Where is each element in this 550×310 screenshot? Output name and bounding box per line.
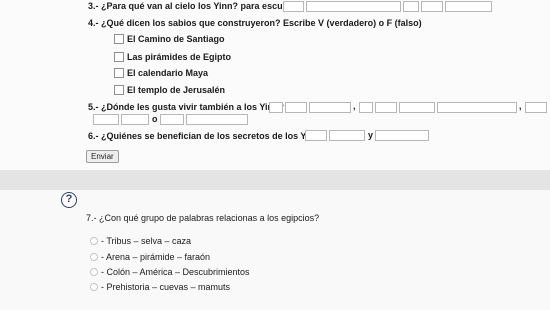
answer-input-q5-10[interactable] [121,114,149,125]
truefalse-input-item-4[interactable] [114,85,124,95]
answer-input-q3-3[interactable] [403,1,419,12]
option-label: - Tribus – selva – caza [101,236,192,246]
item-label: Las pirámides de Egipto [127,52,232,62]
submit-button[interactable]: Enviar [86,150,119,163]
answer-input-q5-9[interactable] [93,114,119,125]
truefalse-input-item-1[interactable] [114,34,124,44]
radio-option-4[interactable] [90,283,98,291]
answer-input-q5-1[interactable] [269,102,283,113]
question-icon: ? [61,192,77,208]
question-5-text: 5.- ¿Dónde les gusta vivir también a los… [88,102,285,112]
answer-input-q6-3[interactable] [375,130,429,141]
answer-input-q5-11[interactable] [160,114,184,125]
item-label: El calendario Maya [127,68,209,78]
or-separator: o [152,114,158,124]
answer-input-q5-4[interactable] [359,102,373,113]
answer-input-q5-6[interactable] [399,102,435,113]
section-divider [0,170,550,190]
question-6-text: 6.- ¿Quiénes se benefician de los secret… [88,131,326,141]
answer-input-q5-7[interactable] [437,102,517,113]
question-block-2: ? 7.- ¿Con qué grupo de palabras relacio… [0,190,550,310]
answer-input-q6-1[interactable] [305,130,327,141]
item-label: El Camino de Santiago [127,34,225,44]
answer-input-q3-1[interactable] [283,1,304,12]
radio-option-3[interactable] [90,268,98,276]
question-7-text: 7.- ¿Con qué grupo de palabras relaciona… [86,213,320,223]
question-4-text: 4.- ¿Qué dicen los sabios que construyer… [88,18,422,28]
answer-input-q6-2[interactable] [329,130,365,141]
answer-input-q3-4[interactable] [421,1,443,12]
answer-input-q5-12[interactable] [186,114,248,125]
question-3-text: 3.- ¿Para qué van al cielo los Yinn? par… [88,1,302,11]
truefalse-input-item-2[interactable] [114,52,124,62]
answer-input-q5-2[interactable] [285,102,307,113]
option-label: - Prehistoria – cuevas – mamuts [101,282,231,292]
radio-option-1[interactable] [90,237,98,245]
quiz-page: 3.- ¿Para qué van al cielo los Yinn? par… [0,0,550,310]
question-block-1: 3.- ¿Para qué van al cielo los Yinn? par… [0,0,550,170]
answer-input-q5-3[interactable] [309,102,351,113]
and-separator: y [368,130,374,140]
comma-separator: , [353,101,356,111]
answer-input-q5-8[interactable] [525,102,547,113]
option-label: - Colón – América – Descubrimientos [101,267,250,277]
answer-input-q3-2[interactable] [306,1,401,12]
truefalse-input-item-3[interactable] [114,68,124,78]
radio-option-2[interactable] [90,253,98,261]
answer-input-q5-5[interactable] [375,102,397,113]
option-label: - Arena – pirámide – faraón [101,252,211,262]
comma-separator: , [519,101,522,111]
item-label: El templo de Jerusalén [127,85,226,95]
answer-input-q3-5[interactable] [445,1,492,12]
